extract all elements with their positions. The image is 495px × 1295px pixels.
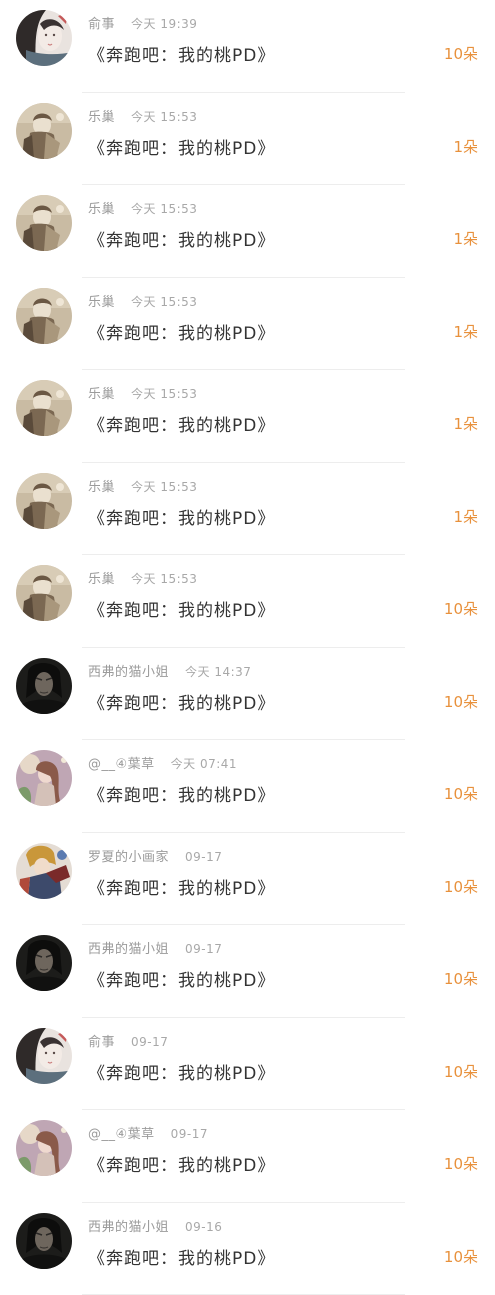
user-name[interactable]: 乐巢 <box>88 110 115 125</box>
record-meta: 乐巢 今天 15:53 <box>88 383 197 402</box>
gift-record-row[interactable]: 俞事 今天 19:39 《奔跑吧：我的桃PD》 10朵 <box>0 0 495 93</box>
gift-count: 10朵 <box>444 876 478 897</box>
gift-count: 10朵 <box>444 1153 478 1174</box>
user-name[interactable]: 乐巢 <box>88 572 115 587</box>
gift-record-row[interactable]: 罗夏的小画家 09-17 《奔跑吧：我的桃PD》 10朵 <box>0 833 495 926</box>
record-time: 今天 14:37 <box>185 665 251 679</box>
user-avatar[interactable] <box>16 843 72 899</box>
user-avatar[interactable] <box>16 658 72 714</box>
user-avatar[interactable] <box>16 565 72 621</box>
user-name[interactable]: 西弗的猫小姐 <box>88 942 169 957</box>
record-meta: 乐巢 今天 15:53 <box>88 198 197 217</box>
gift-count: 10朵 <box>444 1246 478 1267</box>
book-title[interactable]: 《奔跑吧：我的桃PD》 <box>88 134 275 159</box>
user-avatar[interactable] <box>16 935 72 991</box>
record-time: 今天 07:41 <box>171 757 237 771</box>
user-avatar[interactable] <box>16 1213 72 1269</box>
user-name[interactable]: 俞事 <box>88 1035 115 1050</box>
record-time: 今天 15:53 <box>131 110 197 124</box>
book-title[interactable]: 《奔跑吧：我的桃PD》 <box>88 874 275 899</box>
gift-count: 1朵 <box>453 321 478 342</box>
user-avatar[interactable] <box>16 195 72 251</box>
gift-record-row[interactable]: 西弗的猫小姐 09-17 《奔跑吧：我的桃PD》 10朵 <box>0 925 495 1018</box>
gift-record-row[interactable]: 乐巢 今天 15:53 《奔跑吧：我的桃PD》 1朵 <box>0 93 495 186</box>
record-time: 今天 15:53 <box>131 480 197 494</box>
user-name[interactable]: 西弗的猫小姐 <box>88 1220 169 1235</box>
user-avatar[interactable] <box>16 1120 72 1176</box>
gift-record-row[interactable]: @__④葉草 09-17 《奔跑吧：我的桃PD》 10朵 <box>0 1110 495 1203</box>
gift-record-row[interactable]: 西弗的猫小姐 09-16 《奔跑吧：我的桃PD》 10朵 <box>0 1203 495 1295</box>
gift-count: 10朵 <box>444 783 478 804</box>
book-title[interactable]: 《奔跑吧：我的桃PD》 <box>88 319 275 344</box>
user-name[interactable]: @__④葉草 <box>88 757 155 772</box>
book-title[interactable]: 《奔跑吧：我的桃PD》 <box>88 226 275 251</box>
record-time: 今天 15:53 <box>131 202 197 216</box>
gift-record-row[interactable]: 乐巢 今天 15:53 《奔跑吧：我的桃PD》 10朵 <box>0 555 495 648</box>
record-meta: 西弗的猫小姐 今天 14:37 <box>88 661 251 680</box>
record-meta: 西弗的猫小姐 09-16 <box>88 1216 222 1235</box>
user-avatar[interactable] <box>16 1028 72 1084</box>
gift-count: 10朵 <box>444 691 478 712</box>
book-title[interactable]: 《奔跑吧：我的桃PD》 <box>88 596 275 621</box>
gift-record-row[interactable]: 西弗的猫小姐 今天 14:37 《奔跑吧：我的桃PD》 10朵 <box>0 648 495 741</box>
user-name[interactable]: 俞事 <box>88 17 115 32</box>
record-meta: @__④葉草 09-17 <box>88 1123 208 1142</box>
gift-count: 1朵 <box>453 506 478 527</box>
record-meta: 乐巢 今天 15:53 <box>88 106 197 125</box>
user-avatar[interactable] <box>16 473 72 529</box>
gift-record-row[interactable]: 乐巢 今天 15:53 《奔跑吧：我的桃PD》 1朵 <box>0 463 495 556</box>
book-title[interactable]: 《奔跑吧：我的桃PD》 <box>88 504 275 529</box>
record-time: 09-17 <box>171 1127 208 1141</box>
user-name[interactable]: 乐巢 <box>88 480 115 495</box>
gift-count: 10朵 <box>444 968 478 989</box>
gift-count: 1朵 <box>453 413 478 434</box>
gift-count: 10朵 <box>444 1061 478 1082</box>
gift-count: 1朵 <box>453 136 478 157</box>
gift-record-row[interactable]: @__④葉草 今天 07:41 《奔跑吧：我的桃PD》 10朵 <box>0 740 495 833</box>
book-title[interactable]: 《奔跑吧：我的桃PD》 <box>88 781 275 806</box>
record-time: 09-17 <box>131 1035 168 1049</box>
user-name[interactable]: 西弗的猫小姐 <box>88 665 169 680</box>
book-title[interactable]: 《奔跑吧：我的桃PD》 <box>88 1151 275 1176</box>
record-meta: 俞事 09-17 <box>88 1031 168 1050</box>
record-meta: 西弗的猫小姐 09-17 <box>88 938 222 957</box>
user-name[interactable]: 乐巢 <box>88 295 115 310</box>
user-avatar[interactable] <box>16 10 72 66</box>
record-meta: 乐巢 今天 15:53 <box>88 568 197 587</box>
book-title[interactable]: 《奔跑吧：我的桃PD》 <box>88 966 275 991</box>
record-time: 今天 15:53 <box>131 572 197 586</box>
gift-record-list: 俞事今天 19:39《奔跑吧：我的桃PD》10朵 乐巢今天 15:53《奔跑吧：… <box>0 0 495 1280</box>
user-name[interactable]: @__④葉草 <box>88 1127 155 1142</box>
user-name[interactable]: 罗夏的小画家 <box>88 850 169 865</box>
gift-record-row[interactable]: 乐巢 今天 15:53 《奔跑吧：我的桃PD》 1朵 <box>0 278 495 371</box>
record-time: 今天 15:53 <box>131 295 197 309</box>
gift-count: 1朵 <box>453 228 478 249</box>
gift-count: 10朵 <box>444 43 478 64</box>
book-title[interactable]: 《奔跑吧：我的桃PD》 <box>88 41 275 66</box>
gift-record-row[interactable]: 俞事 09-17 《奔跑吧：我的桃PD》 10朵 <box>0 1018 495 1111</box>
record-meta: 罗夏的小画家 09-17 <box>88 846 222 865</box>
record-meta: 乐巢 今天 15:53 <box>88 476 197 495</box>
user-avatar[interactable] <box>16 288 72 344</box>
book-title[interactable]: 《奔跑吧：我的桃PD》 <box>88 689 275 714</box>
gift-record-row[interactable]: 乐巢 今天 15:53 《奔跑吧：我的桃PD》 1朵 <box>0 185 495 278</box>
record-time: 09-16 <box>185 1220 222 1234</box>
user-avatar[interactable] <box>16 380 72 436</box>
record-meta: @__④葉草 今天 07:41 <box>88 753 237 772</box>
book-title[interactable]: 《奔跑吧：我的桃PD》 <box>88 411 275 436</box>
record-time: 09-17 <box>185 850 222 864</box>
record-time: 09-17 <box>185 942 222 956</box>
record-time: 今天 19:39 <box>131 17 197 31</box>
record-meta: 乐巢 今天 15:53 <box>88 291 197 310</box>
record-time: 今天 15:53 <box>131 387 197 401</box>
gift-record-row[interactable]: 乐巢 今天 15:53 《奔跑吧：我的桃PD》 1朵 <box>0 370 495 463</box>
user-name[interactable]: 乐巢 <box>88 202 115 217</box>
user-name[interactable]: 乐巢 <box>88 387 115 402</box>
book-title[interactable]: 《奔跑吧：我的桃PD》 <box>88 1059 275 1084</box>
gift-count: 10朵 <box>444 598 478 619</box>
user-avatar[interactable] <box>16 103 72 159</box>
user-avatar[interactable] <box>16 750 72 806</box>
book-title[interactable]: 《奔跑吧：我的桃PD》 <box>88 1244 275 1269</box>
record-meta: 俞事 今天 19:39 <box>88 13 197 32</box>
